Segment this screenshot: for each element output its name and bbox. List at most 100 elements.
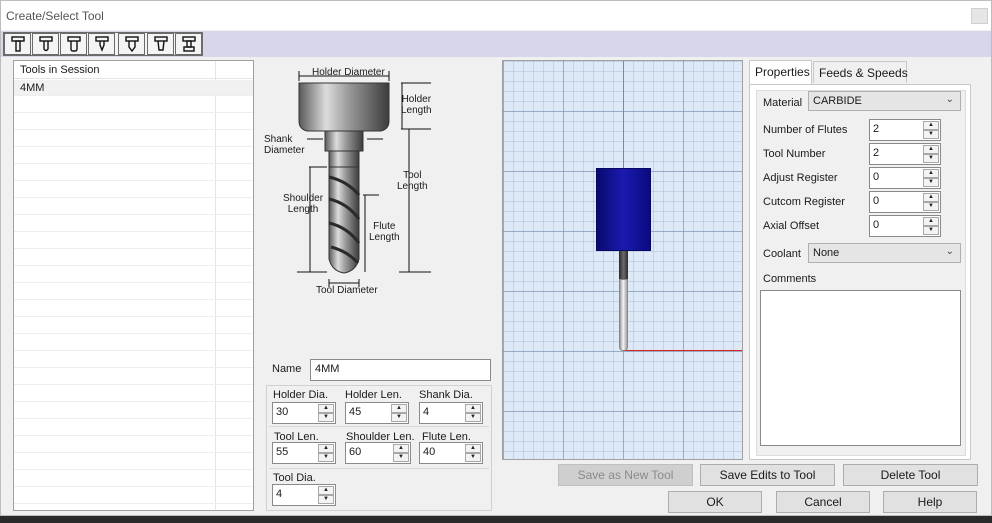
shoulder-length-label: Shoulder Length (283, 193, 324, 215)
list-row-empty (14, 131, 253, 147)
flute-len-stepper[interactable]: 40 ▲ ▼ (419, 442, 483, 464)
close-button[interactable] (971, 8, 988, 24)
cancel-button[interactable]: Cancel (776, 491, 870, 513)
tool-dia-label: Tool Dia. (273, 472, 316, 484)
spin-up-button[interactable]: ▲ (318, 404, 334, 413)
tool-length-label: Tool Length (397, 170, 428, 192)
spin-down-button[interactable]: ▼ (923, 226, 939, 235)
coolant-label: Coolant (763, 248, 801, 260)
divider (269, 426, 489, 427)
axial-offset-stepper[interactable]: 0 ▲ ▼ (869, 215, 941, 237)
tool-number-stepper[interactable]: 2 ▲ ▼ (869, 143, 941, 165)
tslot-icon[interactable] (175, 33, 202, 55)
tool-len-value: 55 (276, 446, 289, 458)
list-row-empty (14, 454, 253, 470)
spin-up-button[interactable]: ▲ (465, 444, 481, 453)
spin-down-button[interactable]: ▼ (318, 495, 334, 504)
shoulder-len-stepper[interactable]: 60 ▲ ▼ (345, 442, 411, 464)
spin-up-button[interactable]: ▲ (318, 444, 334, 453)
shank-dia-label: Shank Dia. (419, 389, 473, 401)
spin-up-button[interactable]: ▲ (393, 444, 409, 453)
save-as-new-tool-button[interactable]: Save as New Tool (558, 464, 693, 486)
tab-feeds-speeds[interactable]: Feeds & Speeds (813, 61, 908, 83)
material-select[interactable]: CARBIDE ⌄ (808, 91, 961, 111)
spin-down-button[interactable]: ▼ (393, 453, 409, 462)
engraver-icon[interactable] (118, 33, 145, 55)
spin-down-button[interactable]: ▼ (391, 413, 407, 422)
ball-endmill-icon[interactable] (32, 33, 59, 55)
spin-down-button[interactable]: ▼ (318, 453, 334, 462)
delete-tool-button[interactable]: Delete Tool (843, 464, 978, 486)
axial-offset-value: 0 (873, 219, 880, 231)
name-label: Name (272, 363, 302, 375)
shank-dia-stepper[interactable]: 4 ▲ ▼ (419, 402, 483, 424)
taper-icon[interactable] (147, 33, 174, 55)
adjust-register-label: Adjust Register (763, 172, 838, 184)
flutes-stepper[interactable]: 2 ▲ ▼ (869, 119, 941, 141)
shoulder-len-value: 60 (349, 446, 362, 458)
list-header-label: Tools in Session (20, 64, 100, 76)
spin-up-button[interactable]: ▲ (318, 486, 334, 495)
help-button[interactable]: Help (883, 491, 977, 513)
spin-down-button[interactable]: ▼ (923, 130, 939, 139)
name-input[interactable]: 4MM (310, 359, 491, 381)
material-label: Material (763, 97, 803, 109)
adjust-register-stepper[interactable]: 0 ▲ ▼ (869, 167, 941, 189)
spin-down-button[interactable]: ▼ (465, 413, 481, 422)
list-row-empty (14, 318, 253, 334)
holder-diameter-label: Holder Diameter (312, 67, 385, 78)
list-item[interactable]: 4MM (14, 80, 253, 96)
tool-preview-viewport[interactable] (502, 60, 743, 460)
comments-textarea[interactable] (760, 290, 961, 446)
holder-len-label: Holder Len. (345, 389, 402, 401)
flute-length-label: Flute Length (369, 221, 400, 243)
save-edits-button[interactable]: Save Edits to Tool (700, 464, 835, 486)
tool-number-value: 2 (873, 147, 880, 159)
spin-down-button[interactable]: ▼ (923, 178, 939, 187)
tab-properties[interactable]: Properties (749, 60, 812, 84)
holder-dia-label: Holder Dia. (273, 389, 329, 401)
tool-dia-stepper[interactable]: 4 ▲ ▼ (272, 484, 336, 506)
endmill-icon[interactable] (4, 33, 31, 55)
list-row-empty (14, 437, 253, 453)
holder-dia-stepper[interactable]: 30 ▲ ▼ (272, 402, 336, 424)
holder-len-stepper[interactable]: 45 ▲ ▼ (345, 402, 409, 424)
cutcom-register-stepper[interactable]: 0 ▲ ▼ (869, 191, 941, 213)
spin-up-button[interactable]: ▲ (923, 193, 939, 202)
list-header: Tools in Session (14, 61, 253, 79)
x-axis-line (623, 350, 742, 351)
divider (269, 468, 489, 469)
tool-holder-shape (596, 168, 651, 251)
tool-type-toolbar (1, 31, 991, 57)
spin-up-button[interactable]: ▲ (923, 121, 939, 130)
spin-up-button[interactable]: ▲ (465, 404, 481, 413)
list-row-empty (14, 369, 253, 385)
list-row-empty (14, 386, 253, 402)
material-value: CARBIDE (813, 95, 862, 107)
list-row-empty (14, 488, 253, 504)
tool-len-stepper[interactable]: 55 ▲ ▼ (272, 442, 336, 464)
spin-up-button[interactable]: ▲ (923, 217, 939, 226)
spin-up-button[interactable]: ▲ (391, 404, 407, 413)
title-bar: Create/Select Tool (1, 1, 991, 30)
list-row-empty (14, 420, 253, 436)
spin-up-button[interactable]: ▲ (923, 145, 939, 154)
spin-down-button[interactable]: ▼ (465, 453, 481, 462)
bullnose-icon[interactable] (60, 33, 87, 55)
list-row-empty (14, 148, 253, 164)
tool-dia-value: 4 (276, 488, 283, 500)
chevron-down-icon: ⌄ (945, 94, 954, 105)
coolant-value: None (813, 247, 840, 259)
list-row-empty (14, 114, 253, 130)
flutes-value: 2 (873, 123, 880, 135)
spin-down-button[interactable]: ▼ (923, 202, 939, 211)
spin-down-button[interactable]: ▼ (923, 154, 939, 163)
holder-dia-value: 30 (276, 406, 289, 418)
dimension-parameters-group: Holder Dia. Holder Len. Shank Dia. 30 ▲ ▼… (266, 385, 492, 511)
spin-up-button[interactable]: ▲ (923, 169, 939, 178)
ok-button[interactable]: OK (668, 491, 762, 513)
coolant-select[interactable]: None ⌄ (808, 243, 961, 263)
tools-in-session-list[interactable]: Tools in Session 4MM (13, 60, 254, 511)
spin-down-button[interactable]: ▼ (318, 413, 334, 422)
chamfer-icon[interactable] (88, 33, 115, 55)
